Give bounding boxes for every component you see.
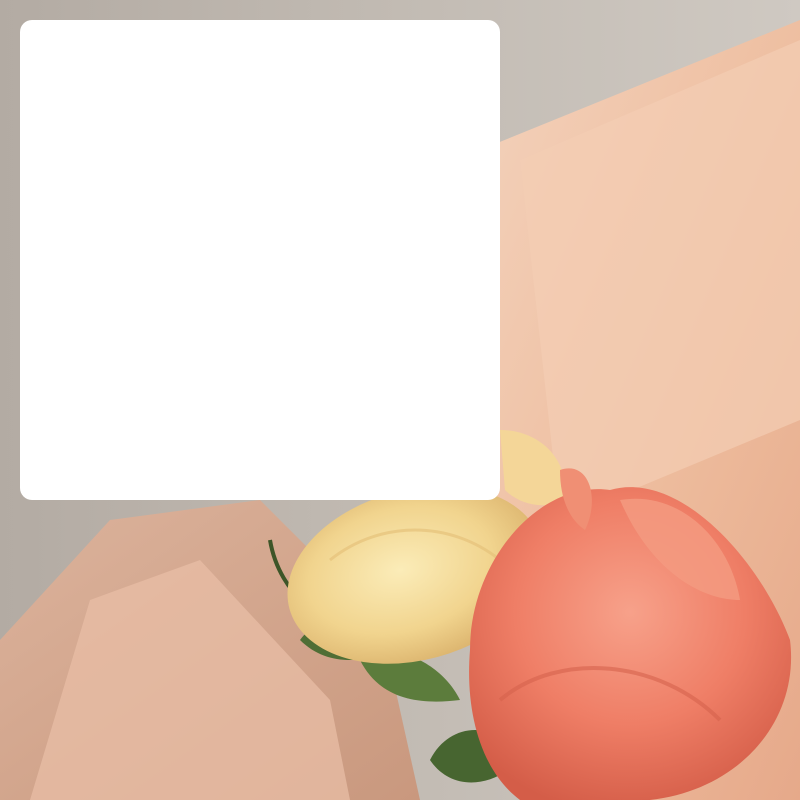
blank-overlay-card (20, 20, 500, 500)
canvas (0, 0, 800, 800)
